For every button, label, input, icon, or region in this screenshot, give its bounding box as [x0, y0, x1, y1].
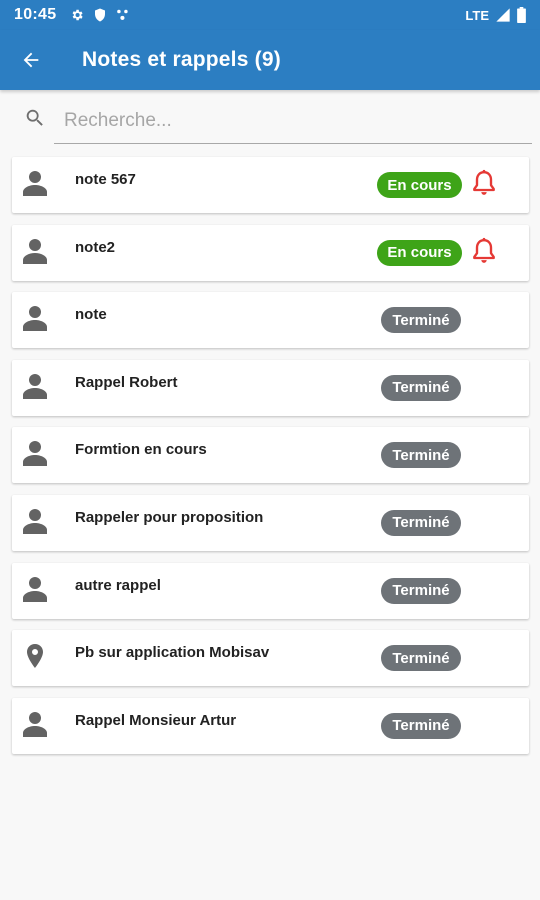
- location-pin-icon: [27, 644, 43, 669]
- signal-icon: [496, 8, 510, 22]
- person-icon: [23, 441, 47, 467]
- list-item[interactable]: Rappel Monsieur Artur Terminé: [12, 697, 529, 754]
- search-icon[interactable]: [24, 107, 46, 129]
- person-icon: [23, 373, 47, 399]
- status-badge: En cours: [377, 239, 462, 266]
- item-label: Rappeler pour proposition: [75, 508, 264, 526]
- page-title: Notes et rappels (9): [82, 48, 281, 71]
- status-badge: Terminé: [381, 645, 461, 672]
- search-bar: [0, 90, 540, 146]
- shield-icon: [95, 8, 106, 22]
- item-label: note2: [75, 238, 116, 256]
- item-label: note 567: [75, 171, 136, 188]
- app-bar: Notes et rappels (9): [0, 30, 540, 90]
- list-item[interactable]: note Terminé: [12, 292, 529, 349]
- notes-list: note 567 En cours note2 En cours note Te…: [12, 157, 529, 765]
- status-badge: Terminé: [381, 442, 461, 469]
- list-item[interactable]: autre rappel Terminé: [12, 562, 529, 619]
- network-type: LTE: [465, 7, 489, 23]
- person-icon: [23, 711, 47, 737]
- status-badge: Terminé: [381, 712, 461, 739]
- person-icon: [23, 576, 47, 602]
- dots-icon: [117, 9, 129, 20]
- list-item[interactable]: Rappeler pour proposition Terminé: [12, 494, 529, 551]
- status-badge: En cours: [377, 172, 462, 198]
- search-input[interactable]: [54, 98, 532, 144]
- status-badge: Terminé: [381, 307, 461, 334]
- gear-icon: [72, 9, 84, 21]
- list-item[interactable]: note 567 En cours: [12, 157, 529, 213]
- status-badge: Terminé: [381, 374, 461, 401]
- status-badge: Terminé: [381, 577, 461, 604]
- item-label: Rappel Monsieur Artur: [75, 711, 237, 729]
- status-bar: 10:45 LTE: [0, 0, 540, 30]
- list-item[interactable]: Formtion en cours Terminé: [12, 427, 529, 484]
- status-badge: Terminé: [381, 509, 461, 536]
- list-item[interactable]: Pb sur application Mobisav Terminé: [12, 630, 529, 687]
- person-icon: [23, 508, 47, 534]
- item-label: Formtion en cours: [75, 441, 207, 459]
- list-item[interactable]: note2 En cours: [12, 224, 529, 281]
- item-label: Rappel Robert: [75, 373, 178, 391]
- bell-icon[interactable]: [471, 169, 497, 197]
- bell-icon[interactable]: [471, 237, 497, 265]
- item-label: note: [75, 306, 107, 324]
- person-icon: [23, 171, 47, 196]
- back-button[interactable]: [0, 30, 62, 90]
- status-time: 10:45: [14, 6, 57, 23]
- arrow-left-icon: [23, 52, 39, 68]
- item-label: Pb sur application Mobisav: [75, 644, 270, 662]
- list-item[interactable]: Rappel Robert Terminé: [12, 359, 529, 416]
- item-label: autre rappel: [75, 576, 161, 594]
- person-icon: [23, 238, 47, 264]
- person-icon: [23, 306, 47, 332]
- battery-icon: [517, 7, 526, 23]
